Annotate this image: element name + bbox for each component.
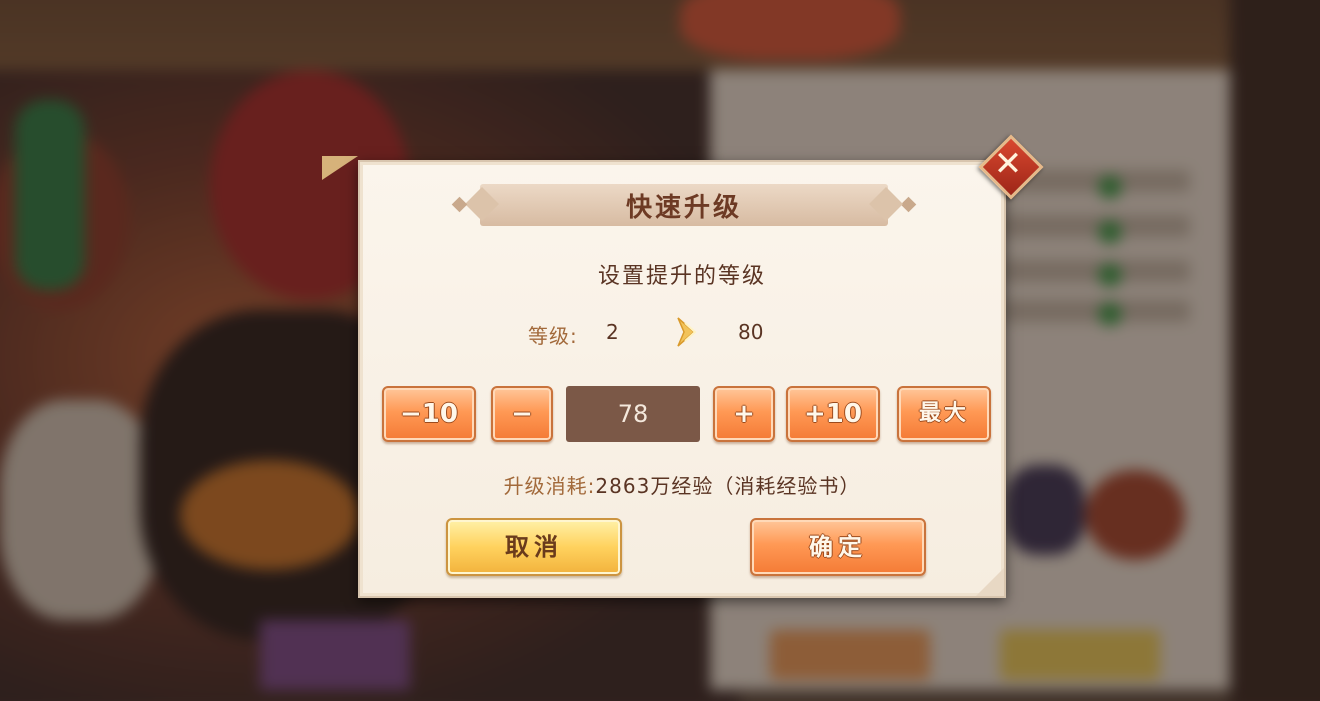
game-scene: 快速升级 设置提升的等级 等级: 2 80 −10 − + +10 最大 升级消… <box>0 0 1320 701</box>
minus-10-button[interactable]: −10 <box>382 386 476 442</box>
confirm-button[interactable]: 确定 <box>750 518 926 576</box>
dialog-subtitle: 设置提升的等级 <box>597 264 766 289</box>
upgrade-cost: 升级消耗:2863万经验（消耗经验书） <box>360 470 1004 499</box>
banner-ornament-left <box>451 196 468 213</box>
cost-value: 2863万经验（消耗经验书） <box>595 474 861 498</box>
close-button[interactable]: ✕ <box>978 134 1044 200</box>
cancel-button[interactable]: 取消 <box>446 518 622 576</box>
title-banner: 快速升级 <box>451 184 917 226</box>
level-preview: 等级: 2 80 <box>360 314 1004 350</box>
dialog-title: 快速升级 <box>625 192 742 223</box>
plus-button[interactable]: + <box>713 386 775 442</box>
level-label: 等级: <box>528 324 578 348</box>
minus-button[interactable]: − <box>491 386 553 442</box>
quick-upgrade-dialog: 快速升级 设置提升的等级 等级: 2 80 −10 − + +10 最大 升级消… <box>358 160 1006 598</box>
arrow-right-icon <box>677 317 697 347</box>
level-amount-input[interactable] <box>566 386 700 442</box>
plus-10-button[interactable]: +10 <box>786 386 880 442</box>
current-level: 2 <box>606 320 619 344</box>
target-level: 80 <box>738 320 764 344</box>
cost-label: 升级消耗: <box>503 474 596 498</box>
close-icon: ✕ <box>993 144 1023 184</box>
max-button[interactable]: 最大 <box>897 386 991 442</box>
dialog-corner-ornament <box>322 156 358 180</box>
dialog-page-curl <box>976 568 1004 596</box>
banner-ornament-right <box>900 196 917 213</box>
